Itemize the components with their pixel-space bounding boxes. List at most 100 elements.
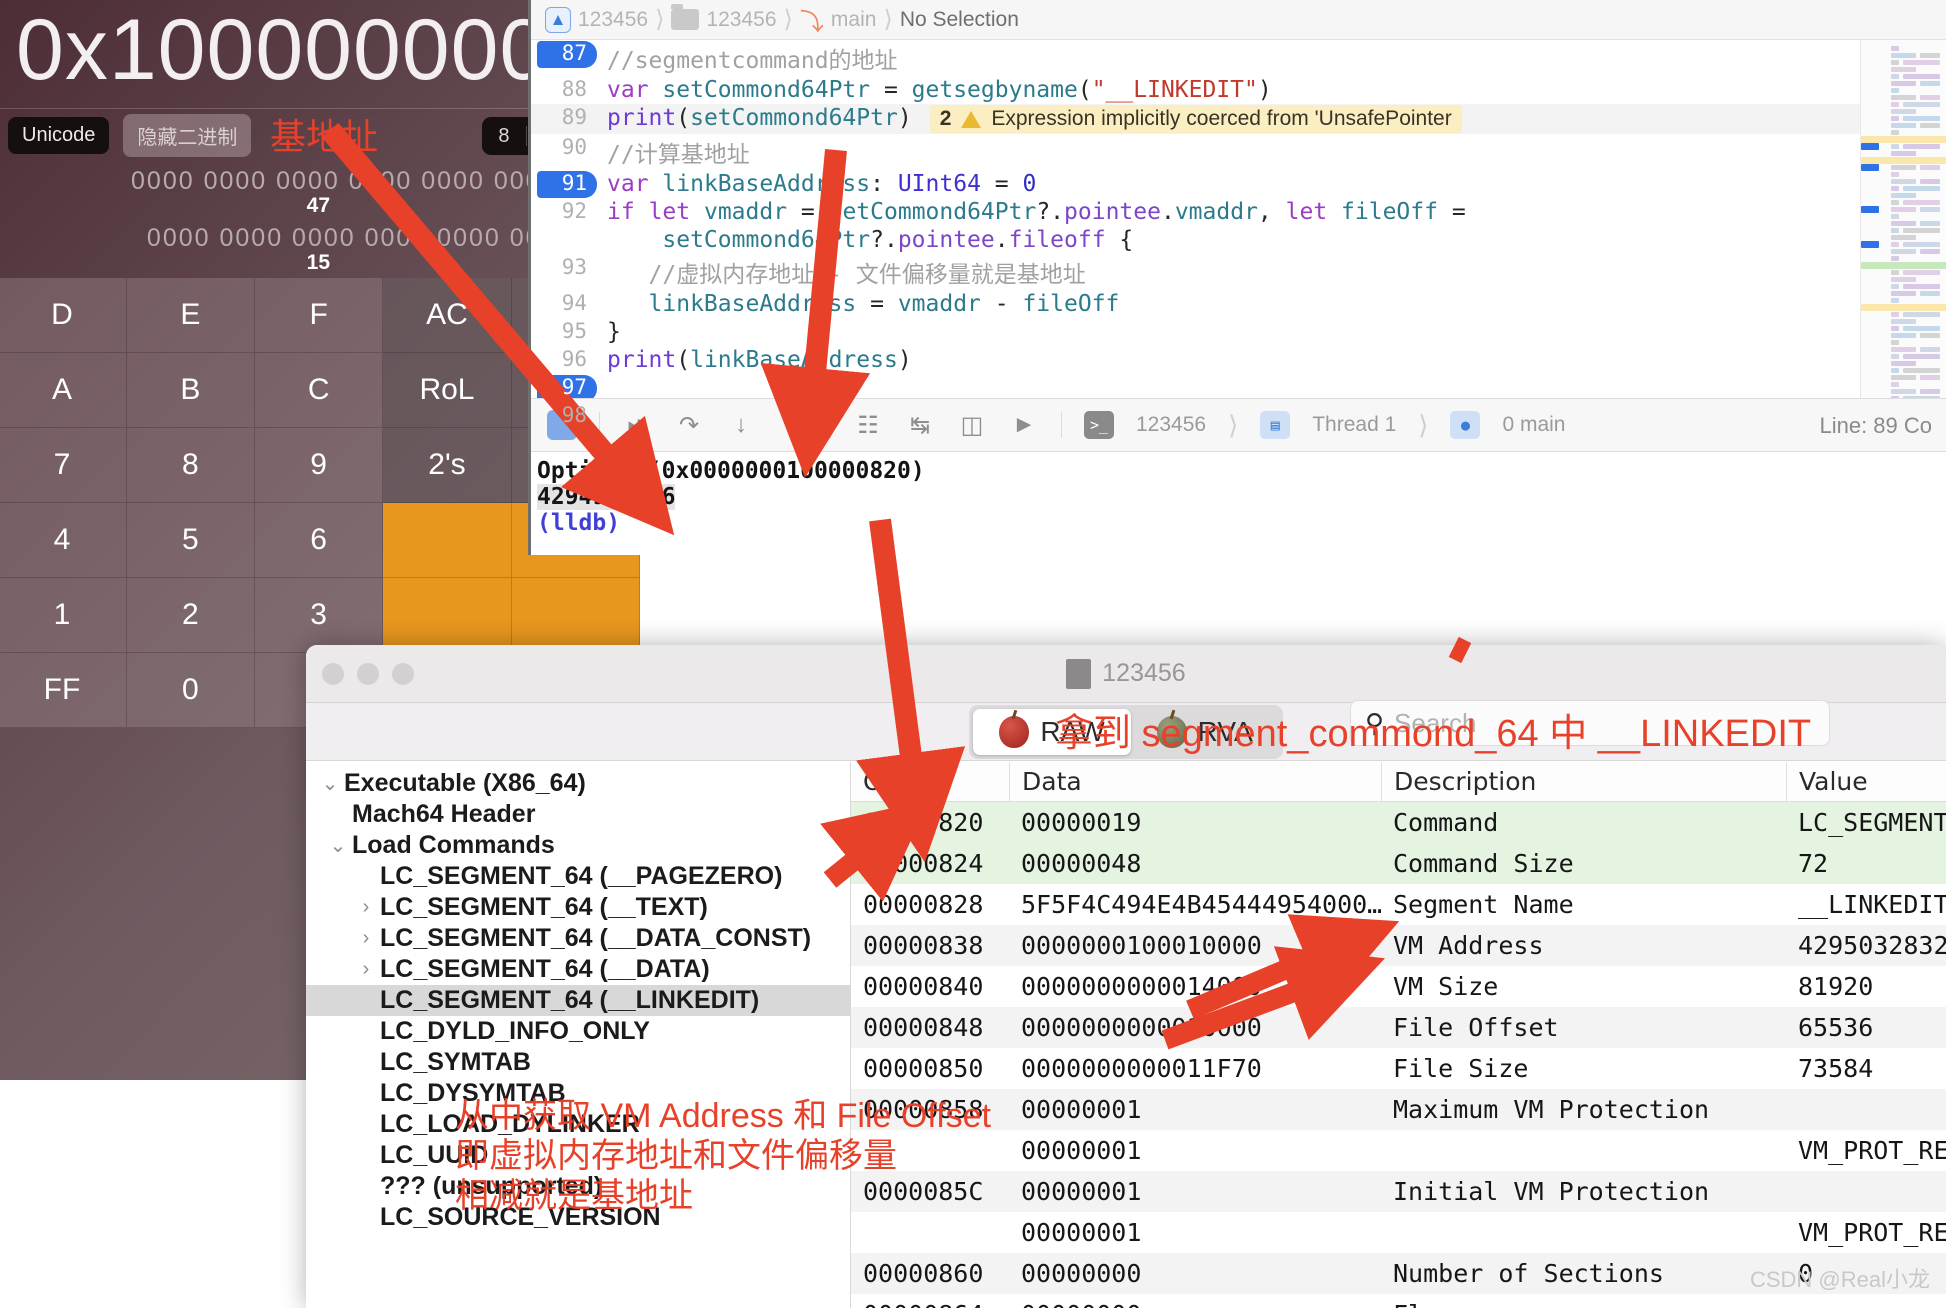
calc-key-blank[interactable] [383,578,511,653]
continue-button[interactable]: ⏯ [622,411,652,439]
fields-table[interactable]: Offset Data Description Value 0000082000… [851,762,1946,1308]
calc-key-9[interactable]: 9 [255,428,383,503]
code-text[interactable]: } [597,319,1860,345]
calc-key-c[interactable]: C [255,353,383,428]
step-over-icon[interactable]: ↷ [674,411,704,439]
code-text[interactable]: print(setCommond64Ptr)2Expression implic… [597,105,1860,133]
code-text[interactable]: var linkBaseAddress: UInt64 = 0 [597,171,1860,197]
code-line[interactable]: 95} [531,318,1860,346]
environment-overrides-icon[interactable]: ◫ [957,411,987,439]
search-field[interactable]: ⚲ Search [1350,700,1830,746]
code-line[interactable]: 94 linkBaseAddress = vmaddr - fileOff [531,290,1860,318]
search-input[interactable]: Search [1394,708,1476,739]
memory-graph-icon[interactable]: ↹ [905,411,935,439]
breadcrumb-project[interactable]: 123456 [578,8,648,32]
table-row[interactable]: 0000082000000019CommandLC_SEGMENT_64 [851,802,1946,843]
calc-key-4[interactable]: 4 [0,503,127,578]
table-row[interactable]: 0000085800000001Maximum VM Protection [851,1089,1946,1130]
table-row[interactable]: 000008400000000000014000VM Size81920 [851,966,1946,1007]
calc-key-ff[interactable]: FF [0,653,127,728]
view-hierarchy-icon[interactable]: ☷ [853,411,883,439]
table-row[interactable]: 00000001VM_PROT_READ [851,1212,1946,1253]
table-row[interactable]: 000008380000000100010000VM Address429503… [851,925,1946,966]
calc-key-blank[interactable] [383,503,511,578]
code-text[interactable]: setCommond64Ptr?.pointee.fileoff { [597,227,1860,253]
calc-key-ac[interactable]: AC [383,278,511,353]
code-text[interactable]: //segmentcommand的地址 [597,41,1860,75]
tree-item-lc-segment-64-data[interactable]: ›LC_SEGMENT_64 (__DATA) [306,954,850,985]
calc-key-f[interactable]: F [255,278,383,353]
table-row[interactable]: 000008500000000000011F70File Size73584 [851,1048,1946,1089]
tree-item-unsupported[interactable]: ??? (unsupported) [306,1171,850,1202]
column-header-offset[interactable]: Offset [851,762,1009,801]
debug-frame-name[interactable]: 0 main [1502,413,1565,437]
breadcrumb-group[interactable]: 123456 [706,8,776,32]
hide-binary-button[interactable]: 隐藏二进制 [123,114,251,157]
chevron-right-icon[interactable]: › [352,958,380,981]
chevron-right-icon[interactable]: › [352,896,380,919]
debug-toolbar[interactable]: ⏯ ↷ ↓ ↑ ☷ ↹ ◫ ► >_ 123456 ⟩ ▤ Thread 1 ⟩… [531,398,1946,452]
tree-item-lc-source-version[interactable]: LC_SOURCE_VERSION [306,1202,850,1233]
chevron-down-icon[interactable]: ⌄ [324,833,352,858]
calc-key-2[interactable]: 2 [127,578,255,653]
tree-item-mach64-header[interactable]: Mach64 Header [306,799,850,830]
column-header-data[interactable]: Data [1009,762,1381,801]
code-line[interactable]: 91var linkBaseAddress: UInt64 = 0 [531,170,1860,198]
tree-item-lc-segment-64-pagezero[interactable]: LC_SEGMENT_64 (__PAGEZERO) [306,861,850,892]
code-text[interactable]: print(linkBaseAddress) [597,347,1860,373]
code-line[interactable]: 88var setCommond64Ptr = getsegbyname("__… [531,76,1860,104]
code-line[interactable]: 93 //虚拟内存地址 - 文件偏移量就是基地址 [531,254,1860,290]
editor-minimap[interactable] [1860,40,1946,435]
tree-item-load-commands[interactable]: ⌄Load Commands [306,830,850,861]
tree-item-lc-symtab[interactable]: LC_SYMTAB [306,1047,850,1078]
calc-key-d[interactable]: D [0,278,127,353]
tree-item-executable-x86-64[interactable]: ⌄Executable (X86_64) [306,768,850,799]
view-mode-segmented-control[interactable]: RAW RVA [969,705,1282,759]
debug-thread-name[interactable]: Thread 1 [1312,413,1396,437]
breadcrumb[interactable]: ▲ 123456 ⟩ 123456 ⟩ ⤵ main ⟩ No Selectio… [531,0,1946,40]
table-body[interactable]: 0000082000000019CommandLC_SEGMENT_640000… [851,802,1946,1308]
code-text[interactable]: var setCommond64Ptr = getsegbyname("__LI… [597,77,1860,103]
calc-key-2s[interactable]: 2's [383,428,511,503]
code-text[interactable]: //计算基地址 [597,135,1860,169]
column-header-description[interactable]: Description [1381,762,1786,801]
load-commands-tree[interactable]: ⌄Executable (X86_64)Mach64 Header⌄Load C… [306,762,851,1308]
tree-item-lc-uuid[interactable]: LC_UUID [306,1140,850,1171]
location-simulate-icon[interactable]: ► [1009,411,1039,439]
table-row[interactable]: 000008285F5F4C494E4B45444954000…Segment … [851,884,1946,925]
calc-key-a[interactable]: A [0,353,127,428]
code-line[interactable]: 89print(setCommond64Ptr)2Expression impl… [531,104,1860,134]
debug-process-name[interactable]: 123456 [1136,413,1206,437]
breadcrumb-file[interactable]: main [831,8,877,32]
code-line[interactable]: 90//计算基地址 [531,134,1860,170]
calc-key-7[interactable]: 7 [0,428,127,503]
code-line[interactable]: setCommond64Ptr?.pointee.fileoff { [531,226,1860,254]
tree-item-lc-load-dylinker[interactable]: LC_LOAD_DYLINKER [306,1109,850,1140]
code-text[interactable]: //虚拟内存地址 - 文件偏移量就是基地址 [597,255,1860,289]
tab-rva[interactable]: RVA [1131,709,1279,755]
calc-key-blank[interactable] [512,578,640,653]
calc-key-0[interactable]: 0 [127,653,255,728]
chevron-down-icon[interactable]: ⌄ [316,771,344,796]
tree-item-lc-dysymtab[interactable]: LC_DYSYMTAB [306,1078,850,1109]
calc-key-3[interactable]: 3 [255,578,383,653]
table-row[interactable]: 0000085C00000001Initial VM Protection [851,1171,1946,1212]
code-editor[interactable]: 87//segmentcommand的地址88var setCommond64P… [531,40,1860,435]
table-row[interactable]: 000008480000000000010000File Offset65536 [851,1007,1946,1048]
tree-item-lc-segment-64-linkedit[interactable]: LC_SEGMENT_64 (__LINKEDIT) [306,985,850,1016]
column-header-value[interactable]: Value [1786,762,1946,801]
table-row[interactable]: 0000086400000000Flags [851,1294,1946,1308]
calc-key-1[interactable]: 1 [0,578,127,653]
tab-raw[interactable]: RAW [973,709,1130,755]
base-option-8[interactable]: 8 [482,117,525,155]
code-line[interactable]: 92if let vmaddr = setCommond64Ptr?.point… [531,198,1860,226]
calc-key-8[interactable]: 8 [127,428,255,503]
step-out-icon[interactable]: ↑ [778,411,808,439]
calc-key-6[interactable]: 6 [255,503,383,578]
debug-console[interactable]: Optional(0x0000000100000820) 4294967296 … [531,452,1946,555]
calc-key-5[interactable]: 5 [127,503,255,578]
chevron-right-icon[interactable]: › [352,927,380,950]
breadcrumb-selection[interactable]: No Selection [900,8,1019,32]
tree-item-lc-segment-64-data-const[interactable]: ›LC_SEGMENT_64 (__DATA_CONST) [306,923,850,954]
table-row[interactable]: 0000082400000048Command Size72 [851,843,1946,884]
